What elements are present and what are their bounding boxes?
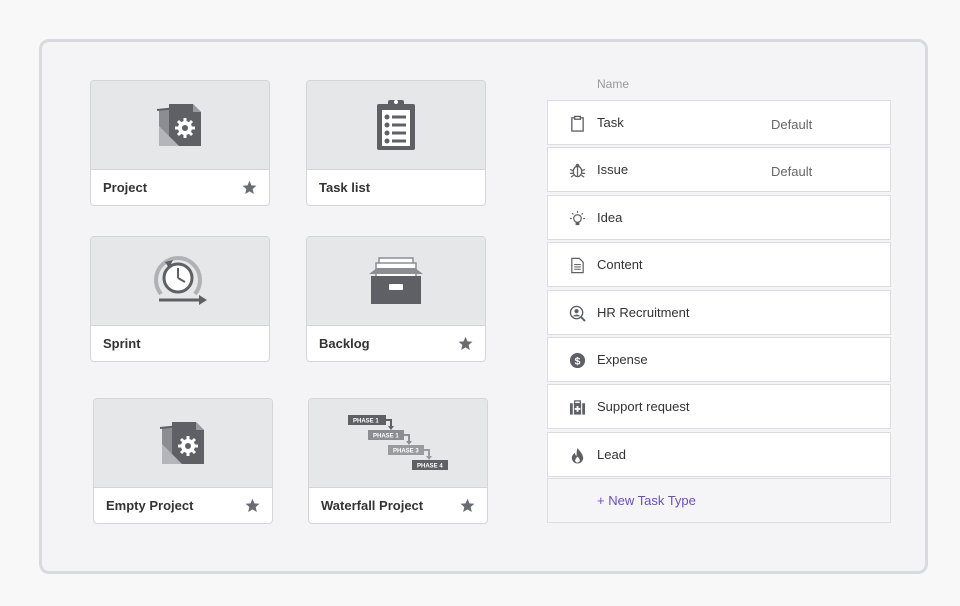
new-task-type-row: + New Task Type xyxy=(547,478,891,523)
phase-label: PHASE 4 xyxy=(417,464,443,470)
svg-text:$: $ xyxy=(575,356,581,367)
task-type-row-task[interactable]: Task Default xyxy=(547,100,891,145)
task-type-row-lead[interactable]: Lead xyxy=(547,432,891,477)
new-task-type-button[interactable]: + New Task Type xyxy=(597,493,696,508)
waterfall-phases-icon: PHASE 1 PHASE 1 PHASE 3 PHASE 4 xyxy=(348,415,448,470)
task-type-row-issue[interactable]: Issue Default xyxy=(547,147,891,192)
template-thumbnail xyxy=(307,81,485,170)
template-card-project[interactable]: Project xyxy=(90,80,270,206)
star-icon[interactable] xyxy=(242,180,257,195)
template-label: Task list xyxy=(319,180,371,195)
task-type-name: Lead xyxy=(597,447,626,462)
template-thumbnail xyxy=(94,399,272,488)
clipboard-icon xyxy=(571,115,584,132)
task-type-row-idea[interactable]: Idea xyxy=(547,195,891,240)
task-type-row-expense[interactable]: $ Expense xyxy=(547,337,891,382)
template-card-backlog[interactable]: Backlog xyxy=(306,236,486,362)
phase-label: PHASE 1 xyxy=(353,419,379,425)
phase-label: PHASE 1 xyxy=(373,434,399,440)
bug-icon xyxy=(569,163,586,178)
document-icon xyxy=(571,257,584,274)
project-gear-icon xyxy=(159,422,204,464)
template-card-empty-project[interactable]: Empty Project xyxy=(93,398,273,524)
star-icon[interactable] xyxy=(458,336,473,351)
template-label: Waterfall Project xyxy=(321,498,424,513)
task-type-row-content[interactable]: Content xyxy=(547,242,891,287)
task-type-name: Content xyxy=(597,257,643,272)
dollar-icon: $ xyxy=(569,352,586,369)
template-thumbnail xyxy=(91,81,269,170)
template-thumbnail xyxy=(307,237,485,326)
task-type-name: Support request xyxy=(597,399,690,414)
archive-drawer-icon xyxy=(369,257,423,304)
task-type-name: Idea xyxy=(597,210,623,225)
template-thumbnail xyxy=(91,237,269,326)
column-header-name: Name xyxy=(597,77,630,91)
phase-label: PHASE 3 xyxy=(393,449,419,455)
template-card-waterfall-project[interactable]: PHASE 1 PHASE 1 PHASE 3 PHASE 4 Waterfal… xyxy=(308,398,488,524)
template-label: Empty Project xyxy=(106,498,194,513)
lightbulb-icon xyxy=(569,210,586,226)
template-label: Backlog xyxy=(319,336,370,351)
task-type-row-support-request[interactable]: Support request xyxy=(547,384,891,429)
template-label: Project xyxy=(103,180,148,195)
first-aid-icon xyxy=(569,400,586,415)
project-gear-icon xyxy=(156,104,201,146)
task-type-name: Task xyxy=(597,115,624,130)
task-type-row-hr-recruitment[interactable]: HR Recruitment xyxy=(547,290,891,335)
default-badge: Default xyxy=(771,164,813,179)
sprint-clock-icon xyxy=(154,256,207,305)
flame-icon xyxy=(571,447,584,464)
task-type-name: HR Recruitment xyxy=(597,305,690,320)
clipboard-checklist-icon xyxy=(377,100,415,150)
template-thumbnail: PHASE 1 PHASE 1 PHASE 3 PHASE 4 xyxy=(309,399,487,488)
template-card-sprint[interactable]: Sprint xyxy=(90,236,270,362)
star-icon[interactable] xyxy=(460,498,475,513)
task-type-name: Expense xyxy=(597,352,648,367)
task-type-name: Issue xyxy=(597,162,629,177)
default-badge: Default xyxy=(771,117,813,132)
template-label: Sprint xyxy=(103,336,141,351)
template-card-task-list[interactable]: Task list xyxy=(306,80,486,206)
star-icon[interactable] xyxy=(245,498,260,513)
person-search-icon xyxy=(569,305,586,322)
